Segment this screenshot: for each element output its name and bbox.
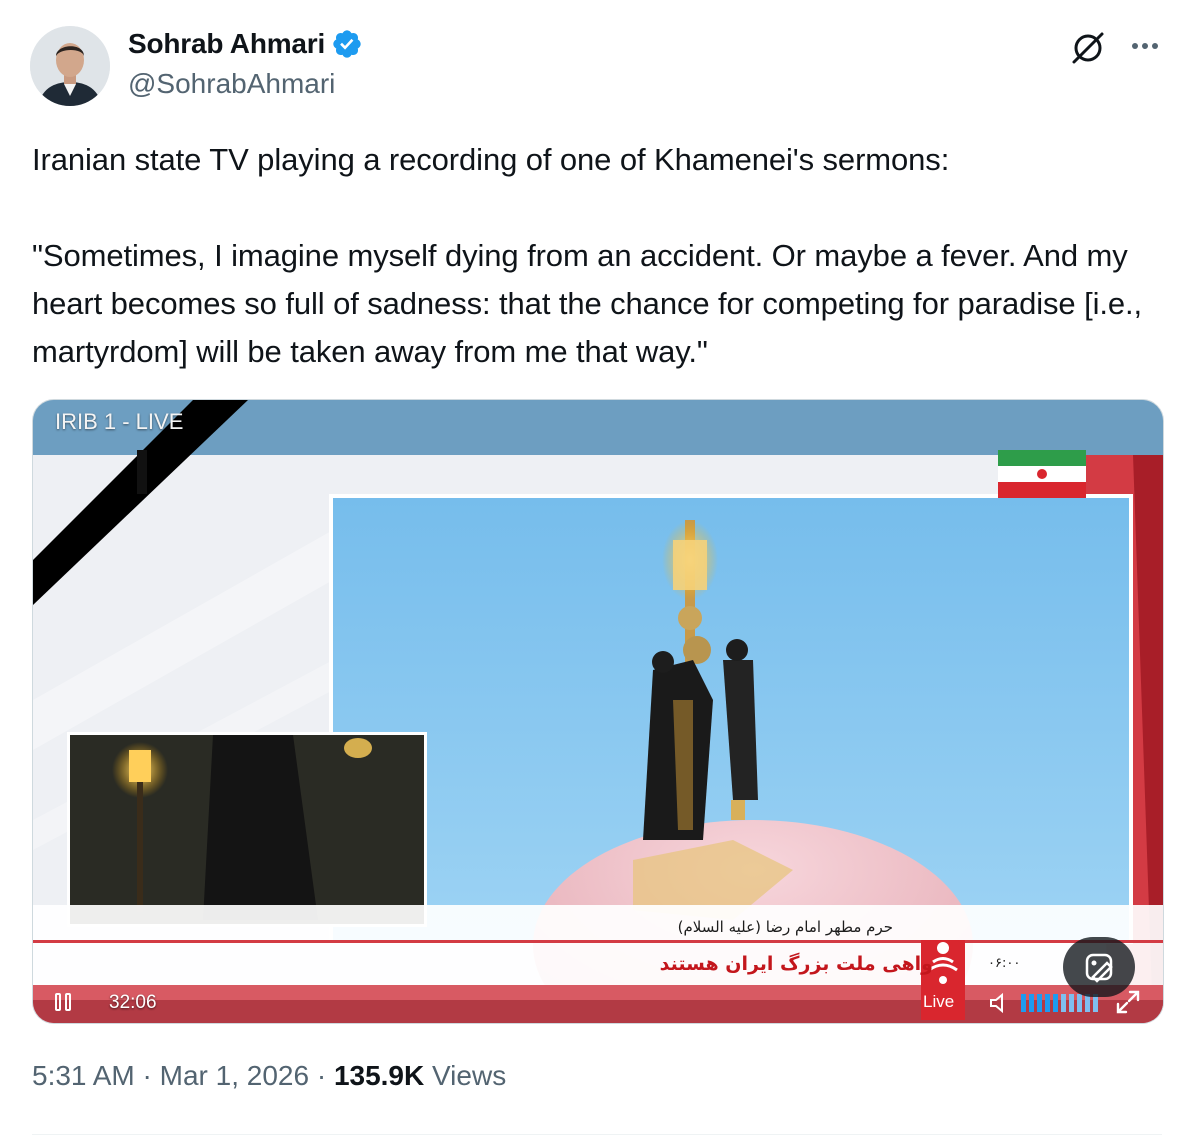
tweet-meta: 5:31 AM · Mar 1, 2026 · 135.9K Views (32, 1060, 506, 1092)
meta-separator-2: · (309, 1060, 334, 1091)
video-frame (33, 400, 1163, 1023)
more-options-button[interactable] (1125, 26, 1165, 66)
tweet-video[interactable]: IRIB 1 - LIVE حرم مطهر امام رضا (علیه ال… (32, 399, 1164, 1024)
grok-icon (1072, 32, 1104, 64)
ticker-time: ۰۶:۰۰ (988, 956, 1021, 971)
tweet-text: Iranian state TV playing a recording of … (32, 142, 1143, 369)
divider (32, 1134, 1162, 1135)
tweet-date[interactable]: Mar 1, 2026 (160, 1060, 309, 1092)
tweet-time[interactable]: 5:31 AM (32, 1060, 135, 1092)
channel-label: IRIB 1 - LIVE (55, 409, 184, 434)
pause-button[interactable] (55, 990, 81, 1014)
person-avatar-icon (30, 26, 110, 106)
video-caption-headline: واهی ملت بزرگ ایران هستند (659, 953, 933, 975)
media-edit-icon (1085, 953, 1113, 983)
volume-button[interactable] (988, 992, 1010, 1014)
views-count: 135.9K (333, 1060, 425, 1091)
live-label: Live (923, 992, 955, 1011)
fullscreen-button[interactable] (1115, 989, 1141, 1015)
meta-separator: · (134, 1060, 160, 1091)
video-caption-location: حرم مطهر امام رضا (علیه السلام) (677, 918, 893, 936)
author-avatar[interactable] (30, 26, 110, 106)
video-time: 32:06 (109, 992, 157, 1013)
more-dots-icon (1132, 43, 1158, 49)
pause-icon-bar (65, 993, 71, 1011)
pause-icon (55, 993, 61, 1011)
speaker-icon (990, 992, 1003, 1014)
author-name[interactable]: Sohrab Ahmari (128, 28, 325, 60)
expand-icon (1116, 990, 1140, 1014)
verified-badge-icon (333, 30, 361, 58)
author-handle[interactable]: @SohrabAhmari (128, 68, 335, 100)
views-label: Views (424, 1060, 507, 1091)
video-overlay-button[interactable] (1063, 937, 1135, 997)
grok-button[interactable] (1068, 28, 1108, 68)
